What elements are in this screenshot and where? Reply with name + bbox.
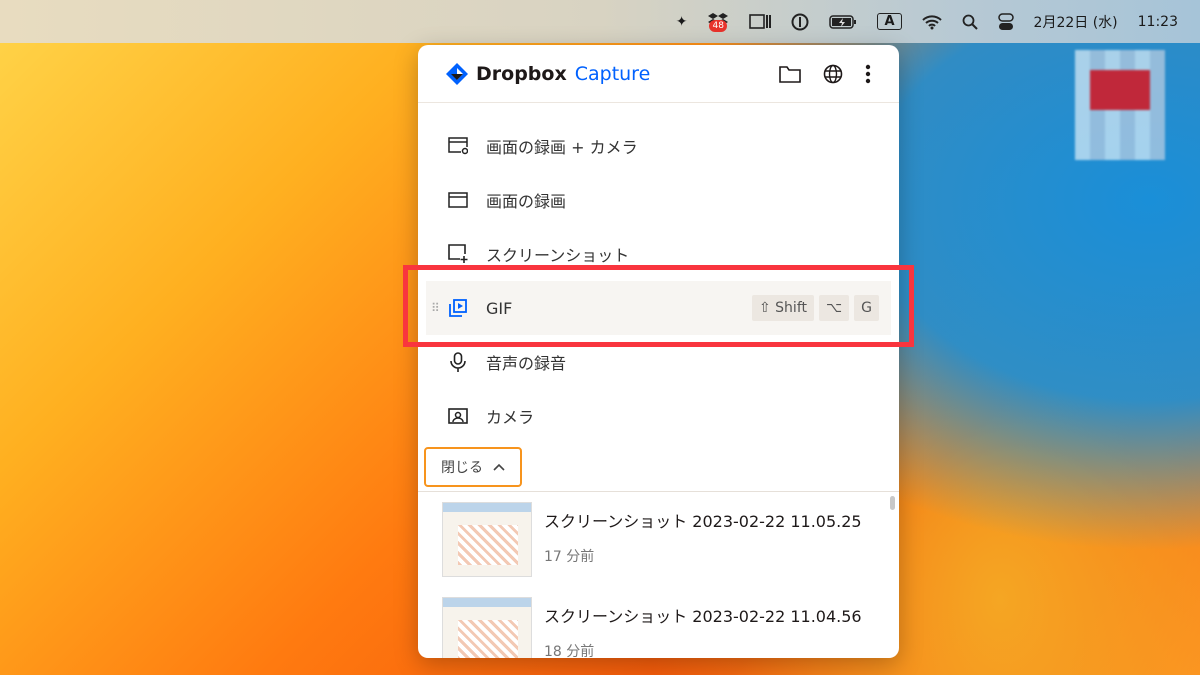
folder-icon[interactable]: [779, 65, 801, 83]
capture-thumbnail[interactable]: [442, 597, 532, 658]
item-label: 画面の録画: [486, 192, 567, 211]
list-item[interactable]: スクリーンショット 2023-02-22 11.05.25 17 分前: [418, 492, 899, 587]
more-options-icon[interactable]: [865, 64, 871, 84]
menu-item-screen-record-camera[interactable]: 画面の録画 + カメラ: [418, 119, 899, 173]
password-manager-icon[interactable]: [781, 0, 819, 43]
notification-badge: 48: [709, 20, 727, 32]
item-label: 音声の録音: [486, 354, 567, 373]
highlight-annotation: [403, 265, 914, 347]
item-label: カメラ: [486, 408, 535, 427]
input-source[interactable]: A: [867, 0, 911, 43]
screen-window-icon: [448, 190, 468, 210]
capture-title: スクリーンショット 2023-02-22 11.05.25: [544, 512, 862, 531]
capture-time: 17 分前: [544, 549, 595, 565]
search-icon[interactable]: [952, 0, 988, 43]
menu-item-camera[interactable]: カメラ: [418, 389, 899, 443]
dropbox-menu-icon[interactable]: 48: [697, 0, 739, 43]
scrollbar[interactable]: [890, 496, 895, 510]
globe-icon[interactable]: [823, 64, 843, 84]
dropbox-logo-icon: [446, 62, 468, 85]
desktop-icon[interactable]: [1075, 50, 1165, 160]
panel-header: Dropbox Capture: [418, 45, 899, 103]
collapse-label: 閉じる: [441, 460, 483, 476]
camera-person-icon: [448, 406, 468, 426]
list-item[interactable]: スクリーンショット 2023-02-22 11.04.56 18 分前: [418, 587, 899, 658]
recent-captures-list: スクリーンショット 2023-02-22 11.05.25 17 分前 スクリーン…: [418, 491, 899, 658]
screen-camera-icon: [448, 136, 468, 156]
tool-menu-icon[interactable]: ✦: [666, 0, 698, 43]
brand-suffix: Capture: [574, 62, 651, 85]
dropbox-capture-panel: Dropbox Capture 画面の録画 + カメラ 画面の録画 スクリーンショ…: [418, 45, 899, 658]
menubar-date[interactable]: 2月22日 (水): [1024, 0, 1128, 43]
wifi-icon[interactable]: [912, 0, 952, 43]
item-label: スクリーンショット: [486, 246, 630, 265]
control-center-icon[interactable]: [988, 0, 1024, 43]
brand-name: Dropbox: [476, 62, 567, 85]
menubar-time[interactable]: 11:23: [1128, 0, 1178, 43]
capture-title: スクリーンショット 2023-02-22 11.04.56: [544, 607, 862, 626]
capture-thumbnail[interactable]: [442, 502, 532, 577]
microphone-icon: [448, 352, 468, 372]
app-logo: Dropbox Capture: [446, 62, 651, 85]
collapse-button[interactable]: 閉じる: [424, 447, 522, 487]
menu-bar: ✦ 48 A 2月22日 (水) 11:23: [0, 0, 1200, 43]
menu-item-screen-record[interactable]: 画面の録画: [418, 173, 899, 227]
battery-icon[interactable]: [819, 0, 867, 43]
chevron-up-icon: [493, 463, 505, 471]
item-label: 画面の録画 + カメラ: [486, 138, 638, 157]
screenshot-icon: [448, 244, 468, 264]
capture-time: 18 分前: [544, 644, 595, 658]
sidebar-window-icon[interactable]: [739, 0, 781, 43]
